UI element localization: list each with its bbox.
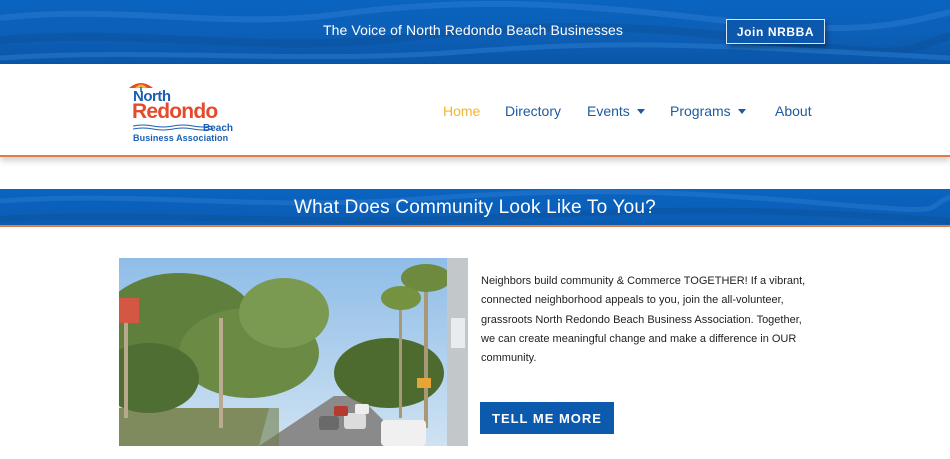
site-tagline: The Voice of North Redondo Beach Busines… xyxy=(323,22,624,38)
section-banner: What Does Community Look Like To You? xyxy=(0,189,950,227)
intro-paragraph: Neighbors build community & Commerce TOG… xyxy=(481,275,806,365)
nav-home-label: Home xyxy=(443,103,481,119)
street-photo xyxy=(119,258,468,446)
site-logo[interactable]: North Redondo Beach Business Association xyxy=(127,78,242,146)
main-navbar: North Redondo Beach Business Association… xyxy=(0,64,950,157)
nav-events-label: Events xyxy=(587,103,630,119)
nav-programs-label: Programs xyxy=(670,103,731,119)
nav-directory-label: Directory xyxy=(505,103,562,119)
nav-programs[interactable]: Programs xyxy=(670,103,746,119)
nav-directory[interactable]: Directory xyxy=(505,103,561,119)
nav-about[interactable]: About xyxy=(775,103,812,119)
logo-text-association: Business Association xyxy=(133,133,229,143)
nav-events[interactable]: Events xyxy=(587,103,645,119)
caret-down-icon xyxy=(636,109,645,114)
logo-wave-lines xyxy=(133,124,213,131)
caret-down-icon xyxy=(737,109,746,114)
section-heading: What Does Community Look Like To You? xyxy=(294,197,656,218)
logo-text-redondo: Redondo xyxy=(132,100,218,123)
join-nrbba-button[interactable]: Join NRBBA xyxy=(726,19,825,44)
nav-about-label: About xyxy=(775,103,812,119)
tell-me-more-button[interactable]: TELL ME MORE xyxy=(480,402,614,434)
nav-home[interactable]: Home xyxy=(443,103,480,119)
top-announcement-bar: The Voice of North Redondo Beach Busines… xyxy=(0,0,950,64)
